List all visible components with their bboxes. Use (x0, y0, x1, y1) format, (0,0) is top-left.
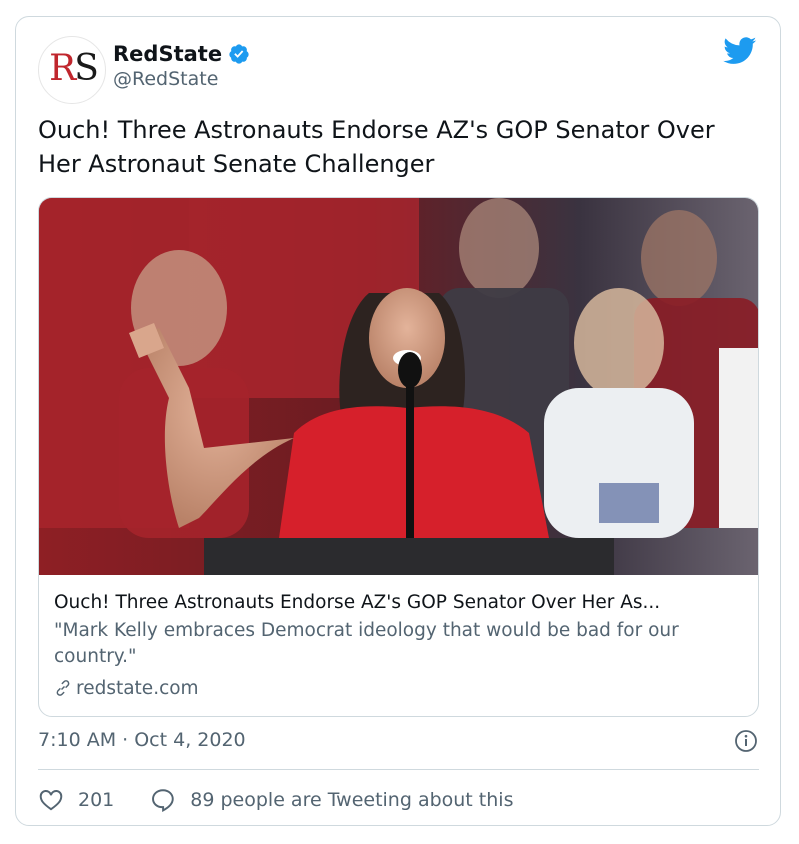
reply-icon (152, 789, 174, 813)
tweet-actions: 201 89 people are Tweeting about this (38, 785, 513, 815)
tweet-timestamp[interactable]: 7:10 AM · Oct 4, 2020 (38, 729, 246, 751)
link-icon (56, 680, 70, 696)
author-display-name[interactable]: RedState (113, 42, 222, 66)
link-domain-row[interactable]: redstate.com (54, 675, 199, 701)
avatar-logo: RS (49, 48, 99, 89)
avatar[interactable]: RS (38, 36, 106, 104)
like-button[interactable]: 201 (38, 787, 114, 813)
author-name-row[interactable]: RedState (113, 39, 250, 69)
like-count: 201 (78, 789, 115, 811)
divider (38, 769, 759, 770)
tweet-text: Ouch! Three Astronauts Endorse AZ's GOP … (38, 116, 715, 178)
heart-icon (39, 790, 63, 811)
link-domain[interactable]: redstate.com (76, 678, 199, 699)
link-preview-card[interactable]: Ouch! Three Astronauts Endorse AZ's GOP … (38, 197, 759, 717)
link-description: "Mark Kelly embraces Democrat ideology t… (54, 620, 679, 667)
tweet-embed-card[interactable]: RS RedState @RedState Ouch! Three Astron… (15, 16, 781, 826)
reply-button[interactable]: 89 people are Tweeting about this (150, 787, 513, 813)
info-icon[interactable] (734, 729, 758, 753)
article-photo[interactable] (39, 198, 759, 575)
verified-badge-icon (229, 44, 249, 64)
reply-text: 89 people are Tweeting about this (190, 789, 514, 811)
twitter-bird-icon[interactable] (723, 37, 757, 65)
link-title[interactable]: Ouch! Three Astronauts Endorse AZ's GOP … (54, 590, 744, 616)
author-handle[interactable]: @RedState (113, 68, 218, 90)
